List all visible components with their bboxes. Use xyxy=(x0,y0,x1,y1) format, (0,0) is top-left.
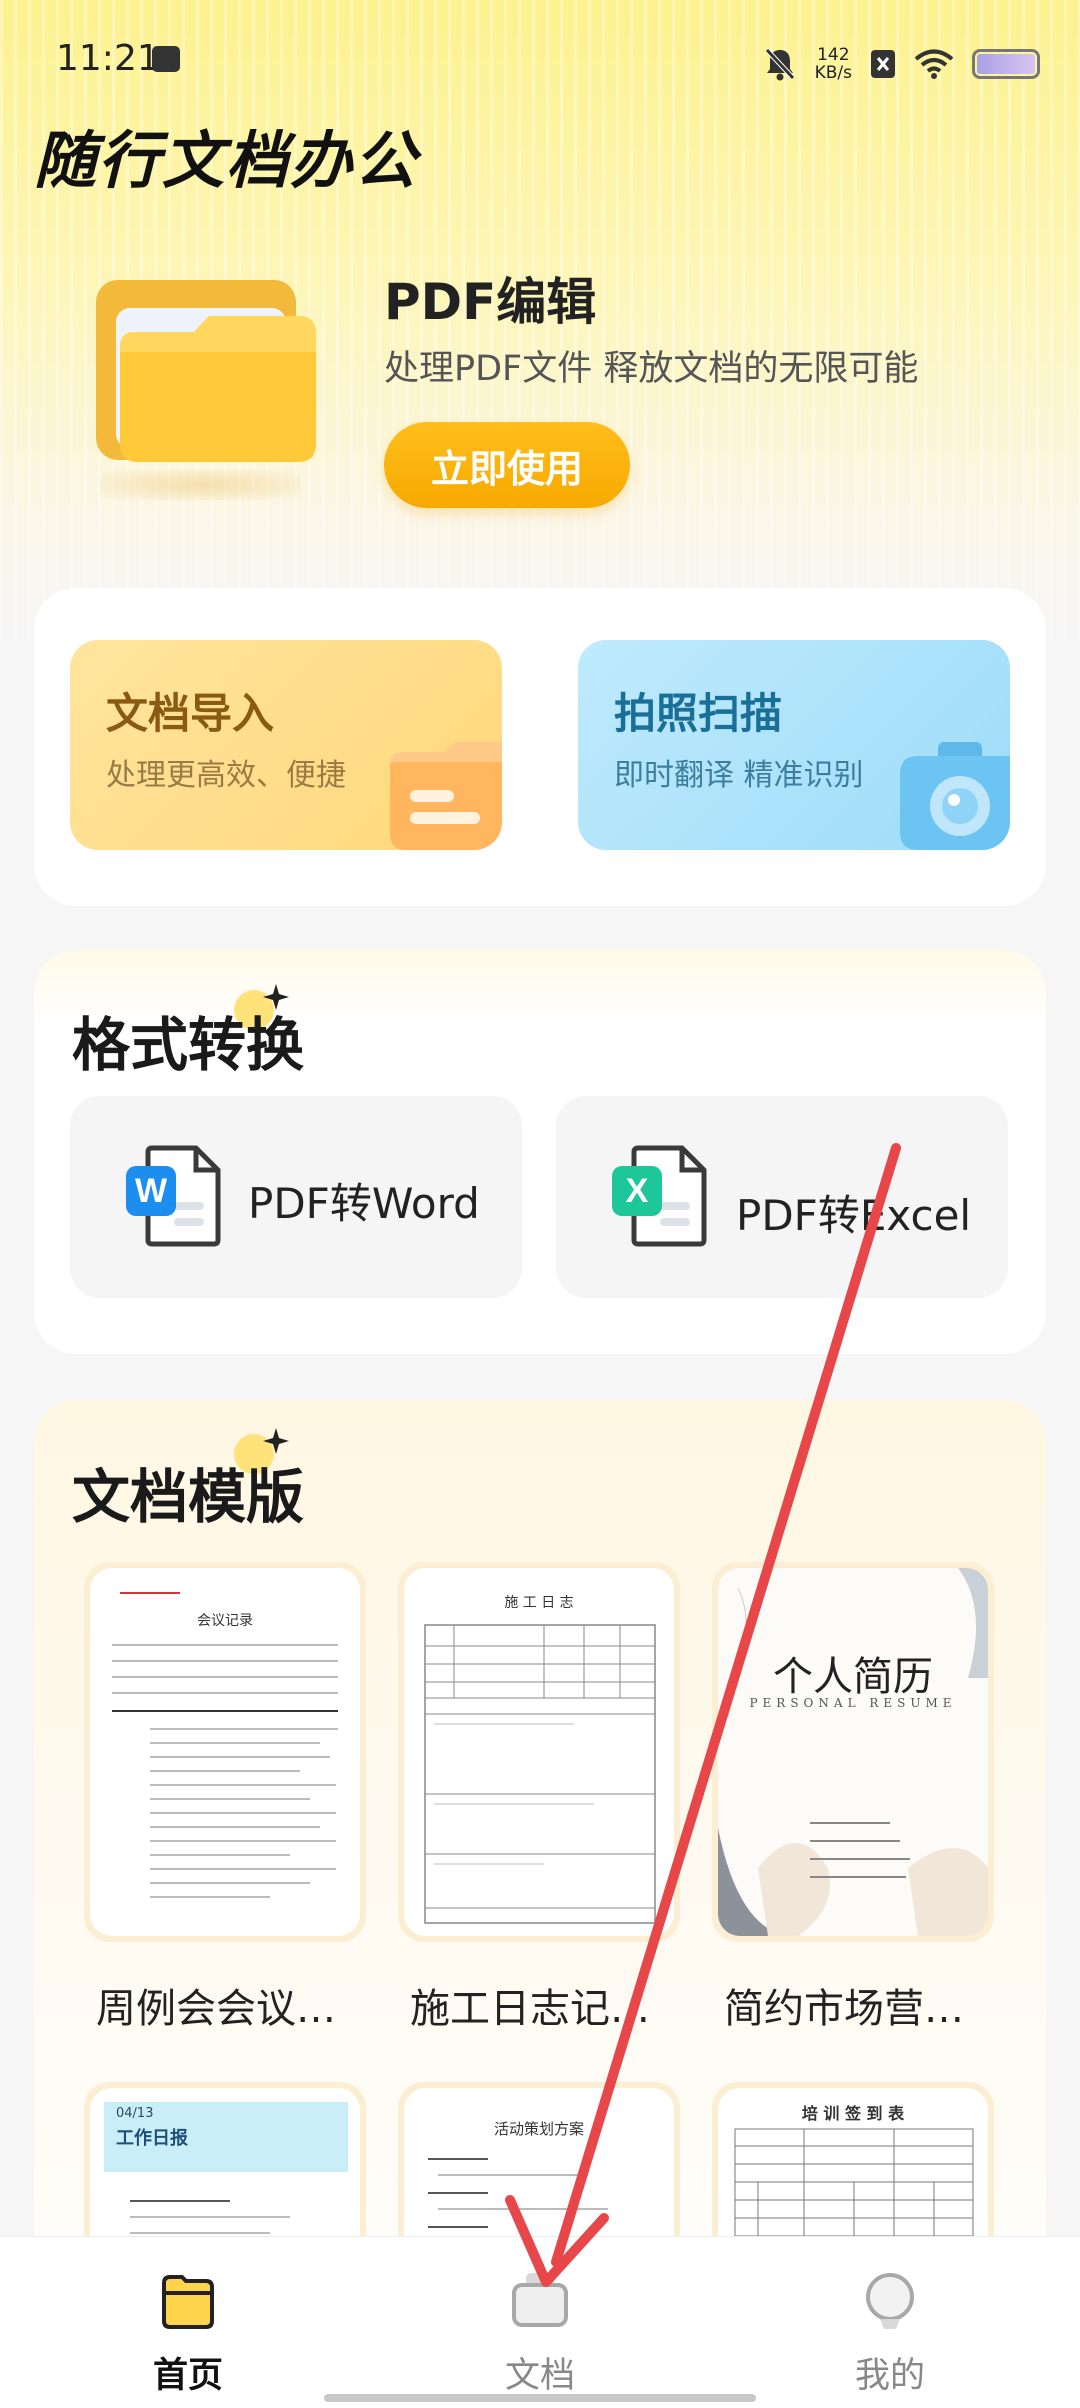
template-thumbnail: 会议记录 xyxy=(84,1562,366,1942)
bottom-navigation: 首页 文档 我的 xyxy=(0,2236,1080,2408)
template-name: 简约市场营… xyxy=(724,1986,964,2032)
format-convert-card: 格式转换 W PDF转Word X PDF转Excel xyxy=(34,950,1046,1354)
profile-icon xyxy=(866,2273,914,2329)
photo-scan-tile[interactable]: 拍照扫描 即时翻译 精准识别 xyxy=(578,640,1010,850)
quick-actions-card: 文档导入 处理更高效、便捷 拍照扫描 即时翻译 精准识别 xyxy=(34,588,1046,906)
word-icon-letter: W xyxy=(135,1172,168,1210)
app-title: 随行文档办公 xyxy=(34,124,419,197)
pdf-to-excel-label: PDF转Excel xyxy=(736,1191,972,1240)
pdf-to-word-label: PDF转Word xyxy=(248,1179,480,1228)
thumb-subtitle: PERSONAL RESUME xyxy=(749,1696,957,1710)
template-name: 周例会会议… xyxy=(96,1986,336,2032)
sim-off-icon xyxy=(871,50,895,78)
use-now-button[interactable]: 立即使用 xyxy=(384,422,630,508)
excel-icon-letter: X xyxy=(626,1172,649,1210)
thumb-title: 工作日报 xyxy=(116,2128,188,2149)
thumb-title: 活动策划方案 xyxy=(493,2120,584,2138)
template-thumbnail: 施 工 日 志 xyxy=(398,1562,680,1942)
home-folder-icon xyxy=(162,2275,214,2329)
word-icon: W xyxy=(126,1145,221,1247)
scan-subtitle: 即时翻译 精准识别 xyxy=(614,758,864,793)
template-construction-log[interactable]: 施 工 日 志 施工日志记… xyxy=(398,1562,680,2034)
thumb-title: 个人简历 xyxy=(773,1654,933,1700)
nav-home-label: 首页 xyxy=(152,2356,223,2396)
template-thumbnail: 个人简历 PERSONAL RESUME xyxy=(712,1562,994,1942)
nav-mine[interactable]: 我的 xyxy=(790,2237,990,2408)
thumb-title: 培 训 签 到 表 xyxy=(801,2104,905,2123)
template-name: 施工日志记… xyxy=(410,1986,650,2032)
status-indicators: 142 KB/s xyxy=(763,40,1040,88)
nav-home[interactable]: 首页 xyxy=(88,2237,288,2408)
hero-subtitle: 处理PDF文件 释放文档的无限可能 xyxy=(384,349,919,389)
template-meeting-minutes[interactable]: 会议记录 周例会会议… xyxy=(84,1562,366,2034)
network-speed: 142 KB/s xyxy=(815,46,852,82)
pdf-to-excel-button[interactable]: X PDF转Excel xyxy=(556,1096,1008,1298)
table-grid xyxy=(424,1624,656,1924)
home-indicator xyxy=(324,2394,756,2402)
scan-title: 拍照扫描 xyxy=(614,689,783,738)
folder-icon xyxy=(96,280,316,462)
speed-value: 142 xyxy=(817,45,850,65)
thumb-title: 会议记录 xyxy=(197,1613,253,1629)
import-document-tile[interactable]: 文档导入 处理更高效、便捷 xyxy=(70,640,502,850)
import-subtitle: 处理更高效、便捷 xyxy=(106,758,346,793)
hero-title: PDF编辑 xyxy=(384,273,597,331)
folder-shadow xyxy=(100,470,300,500)
thumb-title: 施 工 日 志 xyxy=(504,1595,574,1611)
battery-icon xyxy=(972,49,1040,79)
status-bar: 11:21 142 KB/s xyxy=(0,0,1080,120)
status-time: 11:21 xyxy=(56,38,160,79)
mute-icon xyxy=(764,48,795,81)
camera-icon xyxy=(900,742,1010,850)
template-resume[interactable]: 个人简历 PERSONAL RESUME 简约市场营… xyxy=(712,1562,994,2034)
documents-icon xyxy=(512,2273,568,2327)
nav-documents[interactable]: 文档 xyxy=(440,2237,640,2408)
format-convert-title: 格式转换 xyxy=(72,1011,305,1079)
pdf-to-word-button[interactable]: W PDF转Word xyxy=(70,1096,522,1298)
templates-title: 文档模版 xyxy=(72,1463,305,1531)
speed-unit: KB/s xyxy=(814,63,852,83)
nav-documents-label: 文档 xyxy=(504,2356,575,2396)
import-title: 文档导入 xyxy=(106,689,275,738)
document-folder-icon xyxy=(390,742,502,850)
excel-icon: X xyxy=(612,1145,707,1247)
thumb-date: 04/13 xyxy=(116,2106,154,2121)
resume-decoration xyxy=(718,1568,988,1936)
notification-icon xyxy=(152,46,180,72)
nav-mine-label: 我的 xyxy=(854,2356,925,2396)
wifi-icon xyxy=(914,49,954,79)
